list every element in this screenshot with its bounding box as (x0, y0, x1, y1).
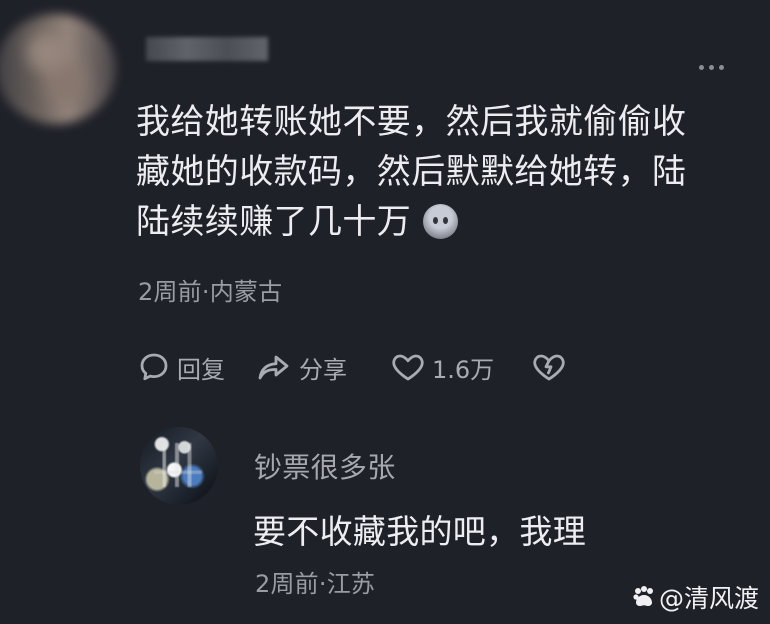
more-dot-icon (708, 64, 714, 70)
reply-avatar[interactable] (140, 427, 218, 505)
face-emoji-icon (423, 204, 459, 239)
more-dot-icon (698, 64, 704, 70)
like-count: 1.6万 (432, 355, 495, 384)
reply-comment-meta: 2周前·江苏 (255, 570, 376, 598)
blurred-avatar[interactable] (0, 14, 116, 124)
main-comment-text: 我给她转账她不要，然后我就偷偷收 藏她的收款码，然后默默给她转，陆 陆续续赚了几… (136, 97, 726, 247)
reply-button[interactable]: 回复 (137, 350, 255, 385)
main-comment-body: 我给她转账她不要，然后我就偷偷收 藏她的收款码，然后默默给她转，陆 陆续续赚了几… (136, 102, 687, 242)
watermark: @清风渡 (631, 579, 759, 615)
watermark-text: @清风渡 (658, 584, 759, 613)
share-button[interactable]: 分享 (255, 350, 390, 385)
main-comment-meta: 2周前·内蒙古 (138, 278, 283, 306)
heart-icon (392, 354, 424, 381)
reply-icon (140, 353, 168, 381)
reply-label: 回复 (177, 355, 225, 384)
more-options-icon[interactable] (694, 60, 728, 74)
dislike-button[interactable] (531, 350, 571, 384)
share-icon (258, 355, 289, 380)
reply-comment-text: 要不收藏我的吧，我理 (253, 512, 586, 551)
reply-username[interactable]: 钞票很多张 (254, 446, 396, 486)
blurred-username[interactable] (146, 37, 268, 61)
more-dot-icon (718, 64, 724, 70)
broken-heart-icon (533, 354, 565, 381)
comment-action-bar: 回复 分享 1.6万 (137, 341, 571, 393)
paw-icon (633, 586, 653, 606)
share-label: 分享 (299, 355, 347, 384)
like-button[interactable]: 1.6万 (390, 350, 531, 385)
